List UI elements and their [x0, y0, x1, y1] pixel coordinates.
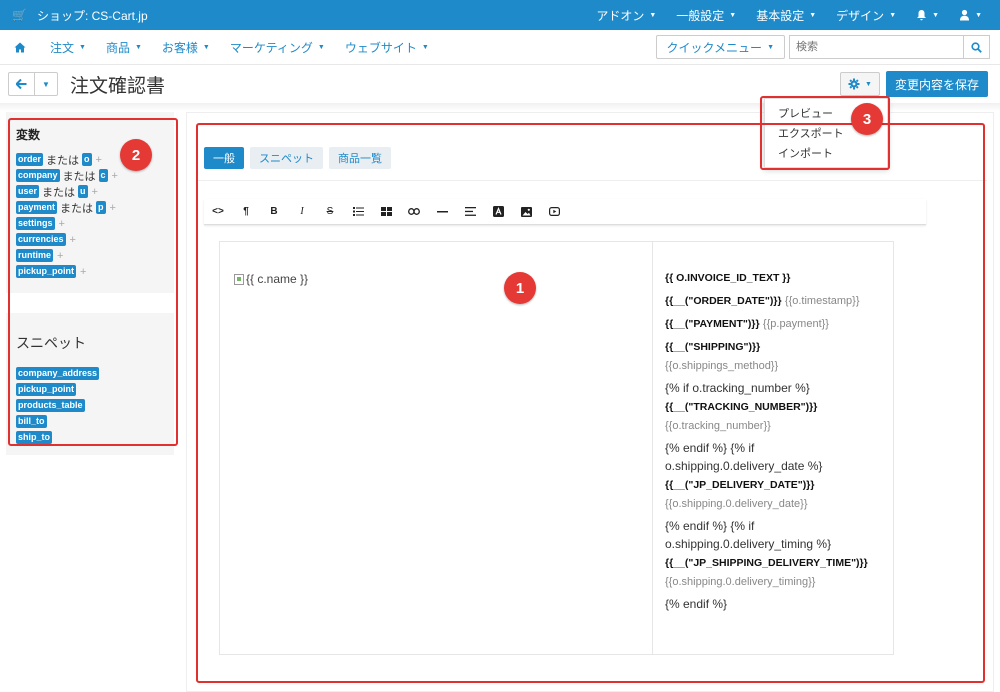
page-title: 注文確認書: [70, 75, 166, 97]
store-name: ショップ: CS-Cart.jp: [36, 8, 148, 23]
chevron-down-icon: ▼: [42, 79, 50, 89]
quick-menu-button[interactable]: クイックメニュー ▼: [655, 35, 785, 59]
user-icon: [960, 9, 970, 21]
chevron-down-icon: ▼: [421, 43, 429, 51]
chevron-down-icon: ▼: [975, 11, 982, 19]
annotation-badge-1: 1: [504, 272, 536, 304]
chevron-down-icon: ▼: [79, 43, 86, 51]
notifications-button[interactable]: ▼: [906, 0, 949, 30]
store-brand[interactable]: 🛒 ショップ: CS-Cart.jp: [0, 7, 148, 24]
search-button[interactable]: [964, 35, 990, 59]
annotation-badge-2: 2: [120, 139, 152, 171]
chevron-down-icon: ▼: [865, 80, 872, 88]
chevron-down-icon: ▼: [767, 43, 774, 51]
nav-orders[interactable]: 注文 ▼: [40, 39, 96, 56]
highlight-box-sidebar: [8, 118, 178, 446]
history-dropdown-button[interactable]: ▼: [35, 73, 57, 95]
chevron-down-icon: ▼: [932, 11, 940, 19]
chevron-down-icon: ▼: [729, 11, 737, 19]
gear-icon: [848, 78, 860, 90]
highlight-box-editor: [196, 123, 985, 683]
nav-customers[interactable]: お客様 ▼: [152, 39, 220, 56]
chevron-down-icon: ▼: [809, 11, 817, 19]
chevron-down-icon: ▼: [889, 11, 897, 19]
search-icon: [971, 41, 982, 53]
search-input[interactable]: [789, 35, 964, 59]
chevron-down-icon: ▼: [649, 11, 657, 19]
home-icon: [14, 42, 26, 52]
nav-website[interactable]: ウェブサイト ▼: [335, 39, 439, 56]
cart-icon: 🛒: [12, 8, 27, 22]
bell-icon: [917, 10, 927, 21]
annotation-badge-3: 3: [851, 103, 883, 135]
back-button-group: ▼: [8, 72, 58, 96]
top-bar: 🛒 ショップ: CS-Cart.jp アドオン ▼ 一般設定 ▼ 基本設定 ▼ デザイ…: [0, 0, 1000, 30]
chevron-down-icon: ▼: [202, 43, 210, 51]
back-button[interactable]: [9, 73, 35, 95]
settings-dropdown-button[interactable]: ▼: [839, 72, 880, 96]
user-menu-button[interactable]: ▼: [949, 0, 992, 30]
home-link[interactable]: [0, 42, 40, 53]
menu-addons[interactable]: アドオン ▼: [586, 0, 666, 30]
menu-general-settings[interactable]: 一般設定 ▼: [666, 0, 746, 30]
menu-design[interactable]: デザイン ▼: [826, 0, 906, 30]
main-nav: 注文 ▼ 商品 ▼ お客様 ▼ マーケティング ▼ ウェブサイト ▼ クイックメニュー ▼: [0, 30, 1000, 65]
save-changes-button[interactable]: 変更内容を保存: [885, 71, 988, 97]
nav-marketing[interactable]: マーケティング ▼: [220, 39, 335, 56]
search-box: [789, 35, 990, 59]
chevron-down-icon: ▼: [317, 43, 325, 51]
chevron-down-icon: ▼: [134, 43, 142, 51]
menu-basic-settings[interactable]: 基本設定 ▼: [746, 0, 826, 30]
nav-products[interactable]: 商品 ▼: [96, 39, 152, 56]
arrow-left-icon: [16, 79, 27, 89]
